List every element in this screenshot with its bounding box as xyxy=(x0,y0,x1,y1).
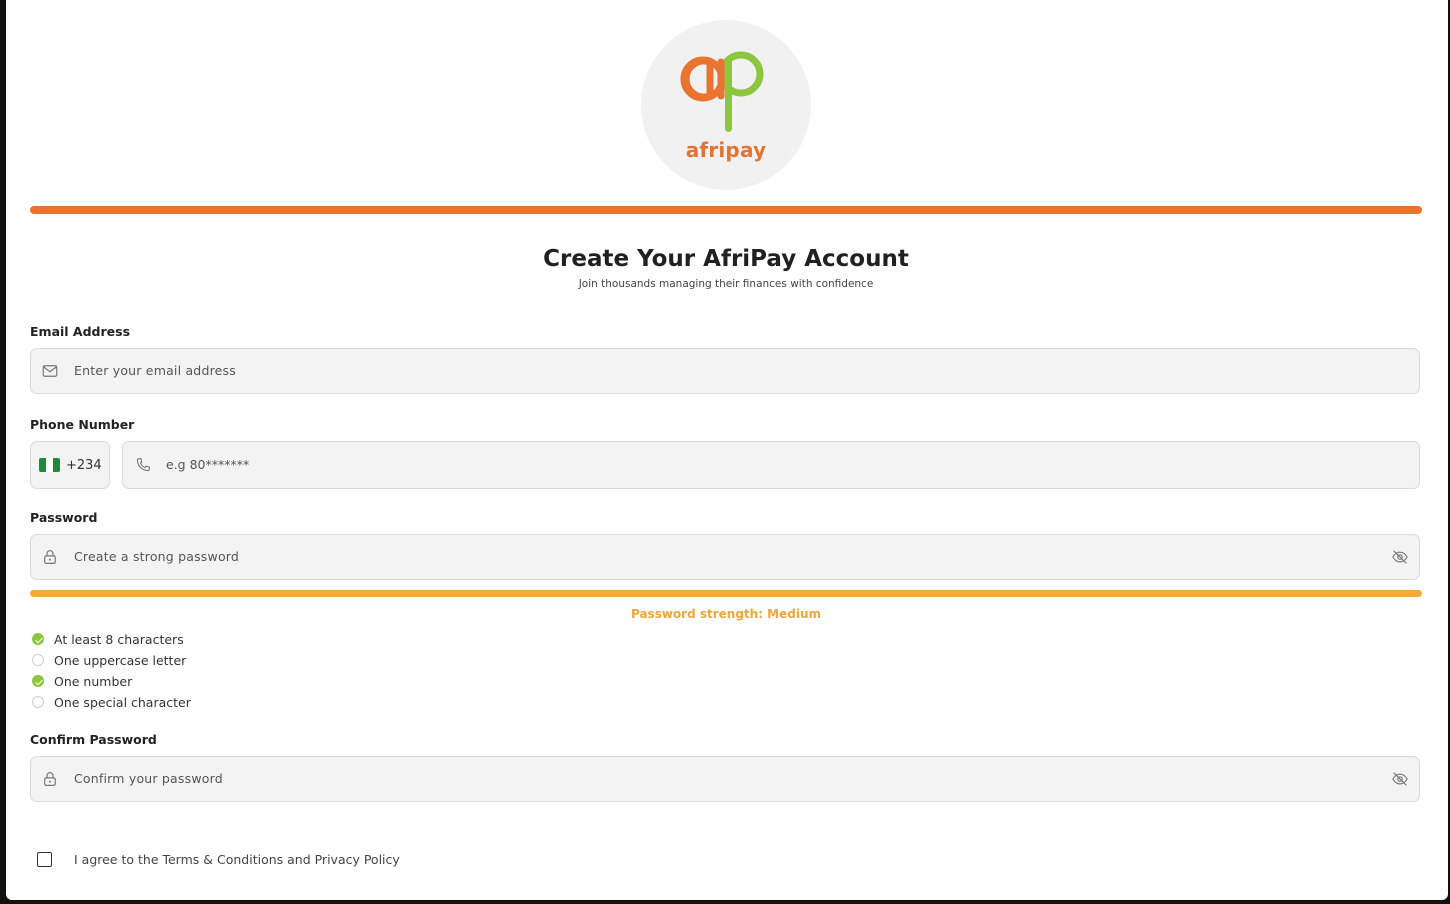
requirement-text: One number xyxy=(54,673,133,689)
password-placeholder: Create a strong password xyxy=(74,549,240,564)
email-field[interactable]: Enter your email address xyxy=(30,348,1420,394)
country-code-select[interactable]: +234 xyxy=(30,441,110,489)
password-strength-bar xyxy=(30,590,1422,597)
confirm-password-field[interactable]: Confirm your password xyxy=(30,756,1420,802)
page-subtitle: Join thousands managing their finances w… xyxy=(578,278,874,290)
nigeria-flag-icon xyxy=(39,458,60,472)
requirement-check-icon xyxy=(32,696,44,708)
requirement-item: One uppercase letter xyxy=(32,652,186,668)
password-field[interactable]: Create a strong password xyxy=(30,534,1420,580)
lock-icon xyxy=(44,772,56,786)
confirm-password-label: Confirm Password xyxy=(30,732,157,747)
eye-off-icon[interactable] xyxy=(1391,548,1409,566)
phone-icon xyxy=(136,458,150,472)
afripay-logo: afripay xyxy=(641,20,811,190)
mail-icon xyxy=(42,365,58,377)
signup-card: afripay Create Your AfriPay Account Join… xyxy=(6,0,1448,900)
requirement-check-icon xyxy=(32,654,44,666)
page-title: Create Your AfriPay Account xyxy=(543,246,909,272)
email-label: Email Address xyxy=(30,324,131,339)
eye-off-icon[interactable] xyxy=(1391,770,1409,788)
email-placeholder: Enter your email address xyxy=(74,363,236,378)
requirement-text: One special character xyxy=(54,694,191,710)
terms-label[interactable]: I agree to the Terms & Conditions and Pr… xyxy=(74,852,400,867)
requirement-item: One special character xyxy=(32,694,191,710)
phone-label: Phone Number xyxy=(30,417,135,432)
phone-placeholder: e.g 80******* xyxy=(166,457,250,472)
country-code: +234 xyxy=(66,458,102,473)
requirement-check-icon xyxy=(32,675,44,687)
logo-wordmark: afripay xyxy=(685,138,767,162)
progress-bar xyxy=(30,206,1422,214)
afripay-logo-mark xyxy=(680,51,764,132)
password-label: Password xyxy=(30,510,98,525)
phone-input[interactable]: e.g 80******* xyxy=(122,441,1420,489)
password-strength-fill xyxy=(30,590,1422,597)
terms-checkbox[interactable] xyxy=(37,852,52,867)
requirement-text: At least 8 characters xyxy=(54,631,184,647)
confirm-password-placeholder: Confirm your password xyxy=(74,771,223,786)
password-strength-text: Password strength: Medium xyxy=(630,607,822,621)
requirement-text: One uppercase letter xyxy=(54,652,187,668)
requirement-check-icon xyxy=(32,633,44,645)
requirement-item: One number xyxy=(32,673,132,689)
requirement-item: At least 8 characters xyxy=(32,631,184,647)
lock-icon xyxy=(44,550,56,564)
